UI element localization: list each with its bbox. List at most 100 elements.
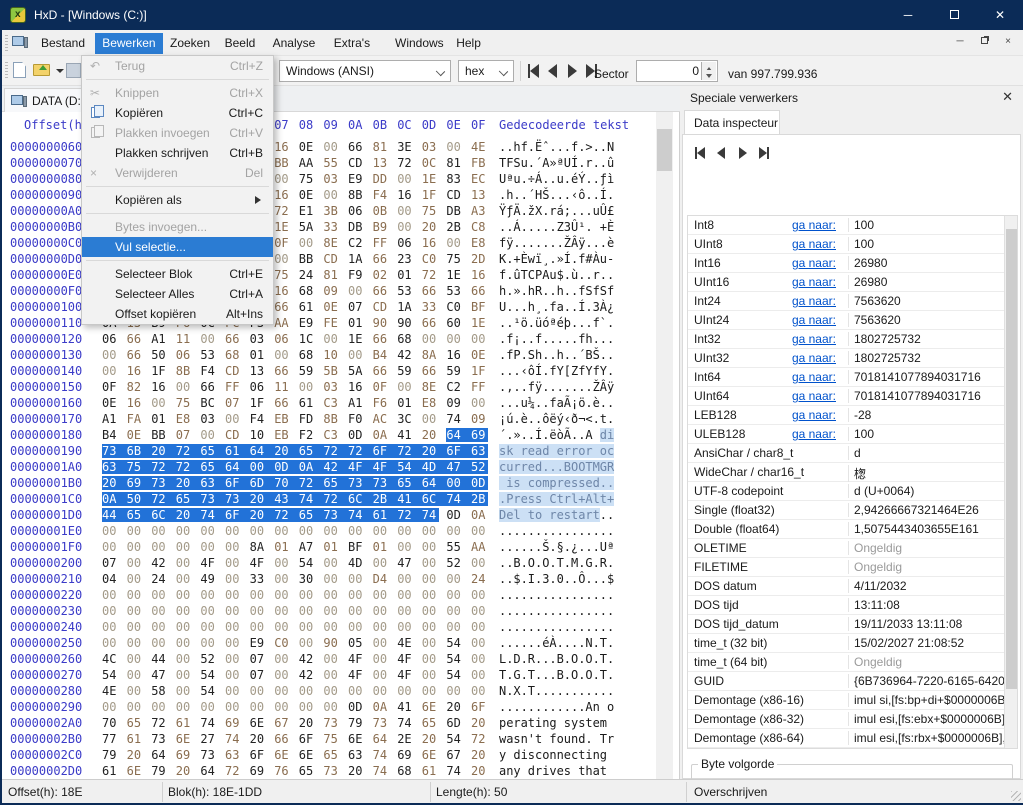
- hex-byte[interactable]: 66: [373, 252, 398, 266]
- hex-byte[interactable]: D4: [373, 572, 398, 586]
- hex-byte[interactable]: 00: [422, 572, 447, 586]
- hex-byte[interactable]: 73: [373, 476, 398, 490]
- hex-byte[interactable]: 72: [397, 156, 422, 170]
- hex-byte[interactable]: 66: [274, 300, 299, 314]
- hex-byte[interactable]: BB: [274, 156, 299, 170]
- menu-item-bytes-invoegen[interactable]: Bytes invoegen...: [82, 217, 273, 237]
- inspector-value[interactable]: -28: [848, 408, 1006, 422]
- hex-byte[interactable]: 1E: [274, 220, 299, 234]
- hex-byte[interactable]: 8B: [176, 364, 201, 378]
- hex-byte[interactable]: 61: [225, 444, 250, 458]
- hex-byte[interactable]: F4: [200, 364, 225, 378]
- hex-byte[interactable]: 00: [176, 540, 201, 554]
- hex-byte[interactable]: 00: [250, 460, 275, 474]
- hex-byte[interactable]: 54: [200, 668, 225, 682]
- hex-byte[interactable]: 59: [446, 364, 471, 378]
- hex-byte[interactable]: 03: [323, 380, 348, 394]
- decoded-text[interactable]: Del to restart..: [499, 508, 617, 523]
- hex-byte[interactable]: 11: [274, 380, 299, 394]
- decoded-text[interactable]: fÿ.......ŽÂÿ...è: [499, 236, 617, 251]
- hex-byte[interactable]: 16: [274, 188, 299, 202]
- hex-byte[interactable]: 4F: [373, 460, 398, 474]
- hex-byte[interactable]: 16: [471, 268, 496, 282]
- hex-byte[interactable]: CD: [348, 156, 373, 170]
- hex-byte[interactable]: 00: [323, 556, 348, 570]
- hex-byte[interactable]: 00: [422, 620, 447, 634]
- hex-byte[interactable]: 00: [471, 604, 496, 618]
- decoded-text[interactable]: T.G.T...B.O.O.T.: [499, 668, 617, 683]
- inspector-value[interactable]: 1,5075443403655E161: [848, 522, 1006, 536]
- decoded-text[interactable]: ................: [499, 588, 617, 603]
- hex-byte[interactable]: 54: [446, 636, 471, 650]
- hex-byte[interactable]: 00: [348, 684, 373, 698]
- hex-byte[interactable]: AC: [373, 412, 398, 426]
- hex-byte[interactable]: 33: [422, 300, 447, 314]
- hex-byte[interactable]: 47: [151, 668, 176, 682]
- hex-byte[interactable]: 06: [397, 236, 422, 250]
- decoded-text[interactable]: ..B.O.O.T.M.G.R.: [499, 556, 617, 571]
- hex-byte[interactable]: E8: [471, 236, 496, 250]
- hex-byte[interactable]: 00: [225, 700, 250, 714]
- hex-byte[interactable]: 00: [151, 396, 176, 410]
- inspector-previous-button[interactable]: [717, 147, 725, 163]
- hex-byte[interactable]: 00: [274, 556, 299, 570]
- hex-byte[interactable]: 64: [422, 476, 447, 490]
- hex-byte[interactable]: 90: [373, 316, 398, 330]
- hex-byte[interactable]: 0E: [127, 428, 152, 442]
- hex-byte[interactable]: 8E: [422, 380, 447, 394]
- menu-item-kopi-ren[interactable]: KopiërenCtrl+C: [82, 103, 273, 123]
- hex-byte[interactable]: 00: [176, 668, 201, 682]
- decoded-text[interactable]: ..Á.....Z3Û¹. +È: [499, 220, 617, 235]
- menu-item-plakken-invoegen[interactable]: Plakken invoegenCtrl+V: [82, 123, 273, 143]
- mdi-restore-icon[interactable]: [975, 36, 993, 50]
- hex-byte[interactable]: 16: [274, 140, 299, 154]
- hex-byte[interactable]: 20: [446, 700, 471, 714]
- inspector-value[interactable]: {6B736964-7220-6165-6420-6: [848, 674, 1006, 688]
- hex-byte[interactable]: 66: [348, 140, 373, 154]
- hex-byte[interactable]: 00: [299, 524, 324, 538]
- hex-byte[interactable]: 03: [250, 332, 275, 346]
- hex-byte[interactable]: 00: [348, 572, 373, 586]
- hex-byte[interactable]: 0D: [348, 700, 373, 714]
- hex-byte[interactable]: 68: [225, 348, 250, 362]
- hex-byte[interactable]: 79: [102, 748, 127, 762]
- hex-byte[interactable]: 73: [323, 764, 348, 778]
- hex-byte[interactable]: 00: [225, 572, 250, 586]
- inspector-value[interactable]: 26980: [848, 256, 1006, 270]
- hex-byte[interactable]: 73: [200, 748, 225, 762]
- hex-byte[interactable]: 54: [446, 732, 471, 746]
- hex-byte[interactable]: 16: [127, 396, 152, 410]
- hex-byte[interactable]: 61: [176, 716, 201, 730]
- hex-byte[interactable]: FB: [471, 156, 496, 170]
- hex-byte[interactable]: 0D: [348, 428, 373, 442]
- hex-byte[interactable]: 74: [422, 508, 439, 522]
- hex-byte[interactable]: 3C: [397, 412, 422, 426]
- hex-byte[interactable]: 20: [422, 428, 447, 442]
- hex-byte[interactable]: 00: [299, 636, 324, 650]
- hex-byte[interactable]: 66: [422, 284, 447, 298]
- hex-byte[interactable]: 20: [250, 508, 275, 522]
- hex-byte[interactable]: 07: [348, 300, 373, 314]
- hex-byte[interactable]: 41: [397, 700, 422, 714]
- hex-byte[interactable]: 00: [323, 188, 348, 202]
- menu-item-offset-kopi-ren[interactable]: Offset kopiërenAlt+Ins: [82, 304, 273, 324]
- hex-byte[interactable]: 00: [422, 412, 447, 426]
- hex-byte[interactable]: E9: [250, 636, 275, 650]
- inspector-value[interactable]: 19/11/2033 13:11:08: [848, 617, 1006, 631]
- hex-byte[interactable]: C0: [422, 252, 447, 266]
- hex-byte[interactable]: 61: [373, 508, 398, 522]
- hex-byte[interactable]: 07: [102, 556, 127, 570]
- hex-byte[interactable]: 72: [151, 716, 176, 730]
- hex-byte[interactable]: 2B: [373, 492, 398, 506]
- hex-byte[interactable]: 09: [323, 284, 348, 298]
- hex-byte[interactable]: 00: [250, 604, 275, 618]
- hex-byte[interactable]: 00: [102, 700, 127, 714]
- hex-byte[interactable]: 74: [373, 764, 398, 778]
- decoded-text[interactable]: ......Š.§.¿...Uª: [499, 540, 617, 555]
- hex-byte[interactable]: 01: [151, 412, 176, 426]
- hex-byte[interactable]: 72: [176, 444, 201, 458]
- menu-zoeken[interactable]: Zoeken: [163, 33, 217, 54]
- hex-byte[interactable]: 00: [422, 652, 447, 666]
- hex-byte[interactable]: F4: [373, 188, 398, 202]
- inspector-value[interactable]: 13:11:08: [848, 598, 1006, 612]
